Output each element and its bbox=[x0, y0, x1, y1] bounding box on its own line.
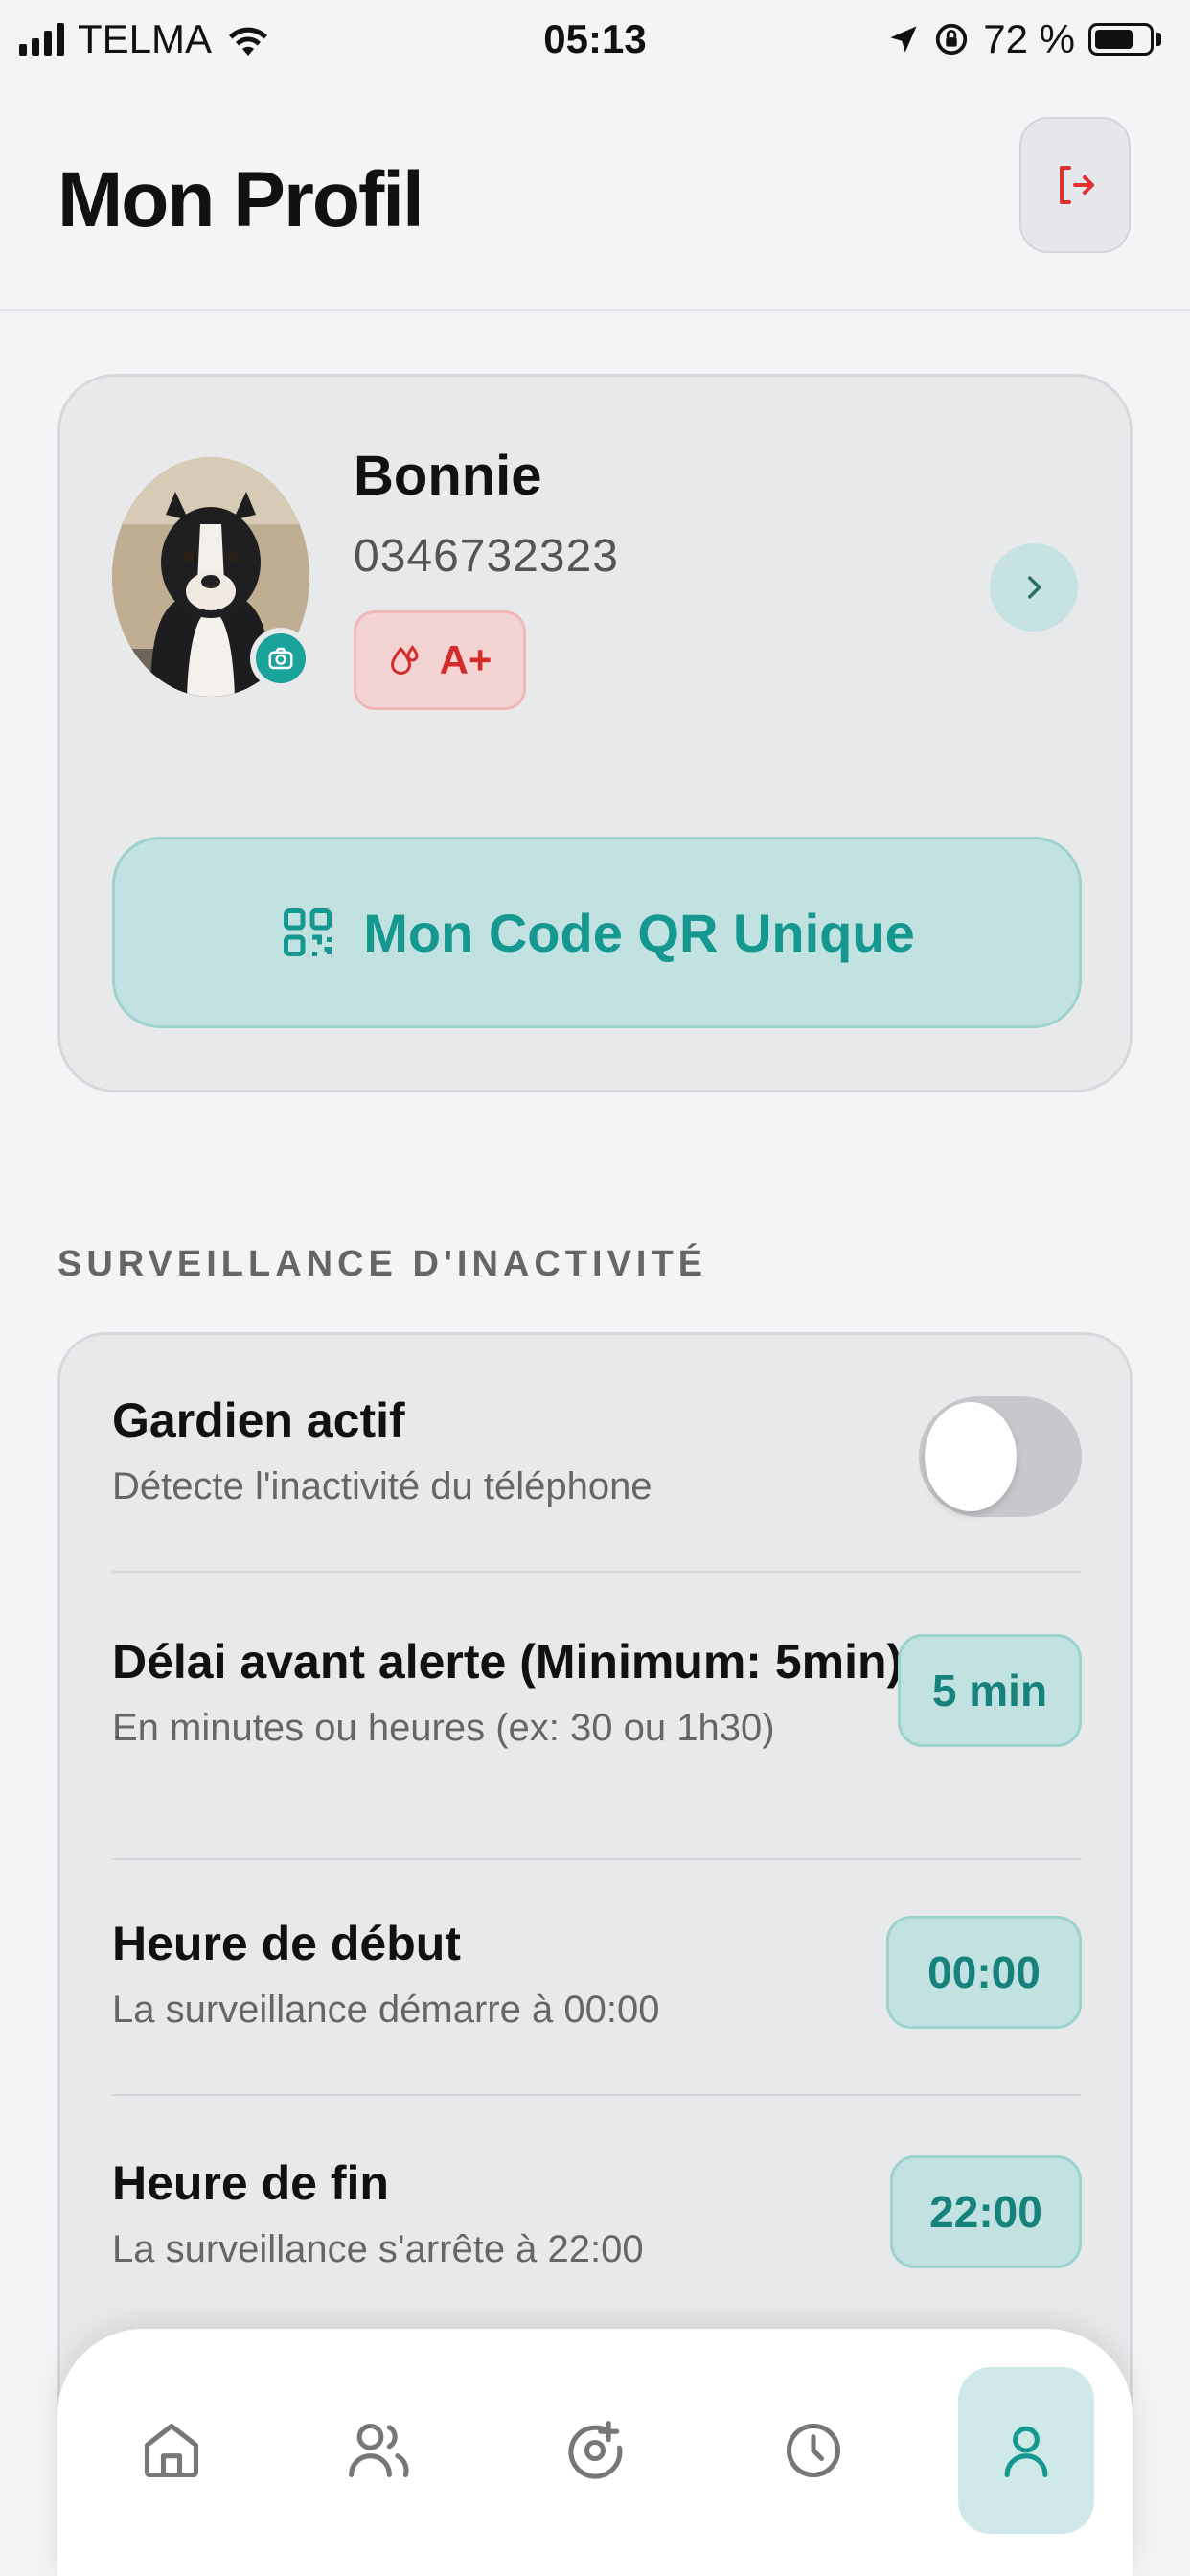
profile-phone: 0346732323 bbox=[354, 531, 619, 582]
start-time-row: Heure de début La surveillance démarre à… bbox=[112, 1916, 1082, 2050]
orientation-lock-icon bbox=[936, 23, 968, 56]
profile-details-button[interactable] bbox=[990, 543, 1078, 632]
location-arrow-icon bbox=[890, 26, 917, 53]
signal-icon bbox=[19, 23, 64, 56]
toggle-knob bbox=[925, 1402, 1017, 1511]
monitoring-section-title: SURVEILLANCE D'INACTIVITÉ bbox=[57, 1244, 708, 1284]
history-icon bbox=[786, 2423, 841, 2478]
battery-percent: 72 % bbox=[983, 16, 1075, 61]
page-title: Mon Profil bbox=[57, 156, 424, 243]
tab-location[interactable] bbox=[527, 2367, 663, 2534]
status-bar: TELMA 05:13 72 % bbox=[0, 0, 1190, 79]
start-time-button[interactable]: 00:00 bbox=[886, 1916, 1082, 2029]
camera-icon bbox=[268, 647, 293, 670]
guardian-toggle[interactable] bbox=[919, 1396, 1082, 1517]
status-right: 72 % bbox=[887, 16, 1161, 62]
divider bbox=[112, 1571, 1082, 1573]
qr-code-button[interactable]: Mon Code QR Unique bbox=[112, 837, 1082, 1028]
end-time-button[interactable]: 22:00 bbox=[890, 2155, 1082, 2268]
blood-drop-icon bbox=[390, 644, 419, 675]
wifi-icon bbox=[229, 27, 268, 56]
delay-row: Délai avant alerte (Minimum: 5min) En mi… bbox=[112, 1634, 1082, 1778]
change-photo-button[interactable] bbox=[250, 628, 311, 689]
tab-history[interactable] bbox=[745, 2367, 881, 2534]
end-time-row: Heure de fin La surveillance s'arrête à … bbox=[112, 2155, 1082, 2289]
header: Mon Profil bbox=[0, 79, 1190, 310]
tab-bar bbox=[57, 2329, 1133, 2576]
home-icon bbox=[144, 2423, 199, 2478]
contacts-icon bbox=[349, 2423, 409, 2478]
tab-home[interactable] bbox=[103, 2367, 240, 2534]
guardian-row: Gardien actif Détecte l'inactivité du té… bbox=[112, 1392, 1082, 1527]
logout-button[interactable] bbox=[1019, 117, 1131, 253]
logout-icon bbox=[1060, 166, 1094, 204]
divider bbox=[112, 1858, 1082, 1860]
chevron-right-icon bbox=[1027, 576, 1041, 599]
status-left: TELMA bbox=[19, 16, 271, 62]
profile-name: Bonnie bbox=[354, 445, 542, 507]
delay-value-button[interactable]: 5 min bbox=[898, 1634, 1082, 1747]
carrier-label: TELMA bbox=[78, 16, 213, 61]
qr-code-label: Mon Code QR Unique bbox=[363, 902, 915, 963]
tab-profile[interactable] bbox=[958, 2367, 1094, 2534]
divider bbox=[112, 2094, 1082, 2096]
battery-icon bbox=[1088, 23, 1161, 56]
profile-icon bbox=[1004, 2426, 1048, 2478]
qr-code-icon bbox=[284, 908, 332, 956]
profile-card: Bonnie 0346732323 A+ Mon Code QR Unique bbox=[57, 374, 1133, 1092]
tab-contacts[interactable] bbox=[310, 2367, 446, 2534]
location-icon bbox=[568, 2421, 623, 2479]
blood-type-label: A+ bbox=[439, 637, 492, 682]
blood-type-badge: A+ bbox=[354, 610, 526, 710]
